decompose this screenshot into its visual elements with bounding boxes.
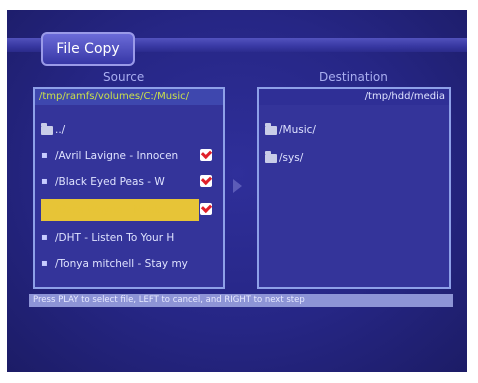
folder-icon: [265, 151, 277, 163]
bullet-icon: ▪: [41, 232, 48, 243]
list-item-label: /Black Eyed Peas - W: [55, 176, 165, 188]
bullet-icon: ▪: [41, 258, 48, 269]
destination-panel: /tmp/hdd/media /Music/ /sys/: [257, 87, 451, 289]
destination-heading: Destination: [319, 70, 388, 84]
checkmark-icon[interactable]: [200, 149, 212, 161]
destination-item[interactable]: /Music/: [259, 119, 449, 141]
list-item-label: /Dara Wayne - Music: [55, 204, 163, 216]
source-item[interactable]: ▪ /Tonya mitchell - Stay my: [35, 253, 223, 275]
list-item-label: /DHT - Listen To Your H: [55, 232, 175, 244]
source-item[interactable]: ▪ /Black Eyed Peas - W: [35, 171, 223, 193]
list-item-label: /Tonya mitchell - Stay my: [55, 258, 188, 270]
source-path: /tmp/ramfs/volumes/C:/Music/: [35, 89, 223, 105]
list-item-label: /sys/: [279, 152, 304, 164]
arrow-right-icon: [233, 179, 242, 193]
source-item[interactable]: ▪ /DHT - Listen To Your H: [35, 227, 223, 249]
source-item-selected[interactable]: /Dara Wayne - Music: [41, 199, 199, 221]
bullet-icon: ▪: [41, 176, 48, 187]
source-item-parent[interactable]: ../: [35, 119, 223, 141]
folder-icon: [41, 123, 53, 135]
bullet-icon: ▪: [41, 150, 48, 161]
destination-path: /tmp/hdd/media: [259, 89, 449, 105]
source-heading: Source: [103, 70, 145, 84]
status-bar: Press PLAY to select file, LEFT to cance…: [29, 294, 453, 307]
source-item[interactable]: ▪ /Avril Lavigne - Innocen: [35, 145, 223, 167]
checkmark-icon[interactable]: [200, 175, 212, 187]
source-panel: /tmp/ramfs/volumes/C:/Music/ ../ ▪ /Avri…: [33, 87, 225, 289]
window-title: File Copy: [41, 32, 135, 66]
list-item-label: ../: [55, 124, 66, 136]
list-item-label: /Avril Lavigne - Innocen: [55, 150, 179, 162]
destination-item[interactable]: /sys/: [259, 147, 449, 169]
list-item-label: /Music/: [279, 124, 316, 136]
tv-screen: File Copy Source Destination /tmp/ramfs/…: [7, 10, 467, 372]
checkmark-icon[interactable]: [200, 203, 212, 215]
folder-icon: [265, 123, 277, 135]
